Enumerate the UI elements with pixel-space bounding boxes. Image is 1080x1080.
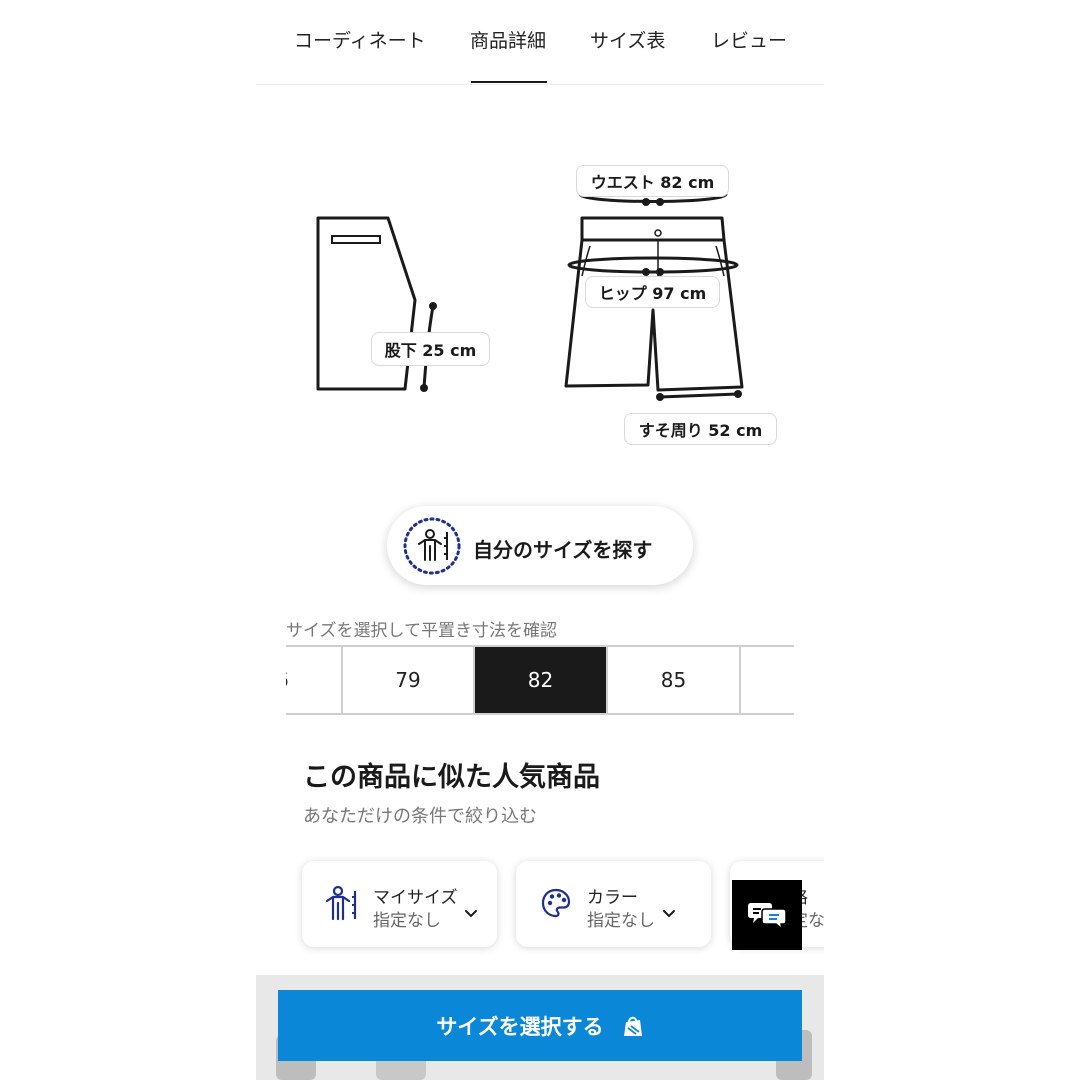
palette-icon — [541, 888, 571, 918]
filter-color-label: カラー — [587, 888, 638, 908]
body-size-icon — [325, 885, 357, 921]
size-option[interactable]: 85 — [608, 647, 741, 713]
hip-measurement: ヒップ 97 cm — [585, 276, 720, 308]
body-measure-icon — [403, 517, 461, 575]
size-option[interactable]: 76 — [286, 647, 343, 713]
filter-my-size-label: マイサイズ — [373, 888, 458, 908]
shorts-side-illustration — [316, 216, 437, 392]
active-tab-indicator — [471, 81, 547, 83]
similar-products-subheading: あなただけの条件で絞り込む — [303, 806, 537, 827]
waist-measurement: ウエスト 82 cm — [576, 165, 729, 197]
chat-button[interactable] — [732, 880, 802, 950]
chevron-down-icon — [465, 910, 477, 918]
tab-coordinate[interactable]: コーディネート — [294, 26, 426, 53]
size-option[interactable]: 79 — [343, 647, 475, 713]
size-option-selected[interactable]: 82 — [475, 647, 608, 713]
filter-color[interactable]: カラー 指定なし — [516, 861, 711, 947]
chat-icon — [748, 903, 786, 930]
size-selector: 76 79 82 85 — [286, 645, 794, 715]
find-my-size-label: 自分のサイズを探す — [473, 538, 653, 562]
hem-measurement: すそ周り 52 cm — [624, 413, 777, 445]
filter-my-size[interactable]: マイサイズ 指定なし — [302, 861, 497, 947]
select-size-label: サイズを選択する — [436, 1014, 604, 1039]
tab-product-details[interactable]: 商品詳細 — [470, 26, 546, 53]
shopping-bag-icon — [623, 1016, 642, 1036]
tab-size-chart[interactable]: サイズ表 — [590, 26, 665, 53]
chevron-down-icon — [663, 910, 675, 918]
inseam-measurement: 股下 25 cm — [371, 332, 490, 366]
size-select-hint: サイズを選択して平置き寸法を確認 — [286, 621, 557, 641]
tab-reviews[interactable]: レビュー — [711, 26, 787, 53]
find-my-size-button[interactable]: 自分のサイズを探す — [387, 506, 693, 585]
filter-color-value: 指定なし — [587, 911, 655, 931]
filter-my-size-value: 指定なし — [373, 911, 441, 931]
similar-products-heading: この商品に似た人気商品 — [303, 762, 600, 793]
select-size-button[interactable]: サイズを選択する — [278, 990, 802, 1061]
tab-bar: コーディネート 商品詳細 サイズ表 レビュー — [256, 0, 824, 85]
